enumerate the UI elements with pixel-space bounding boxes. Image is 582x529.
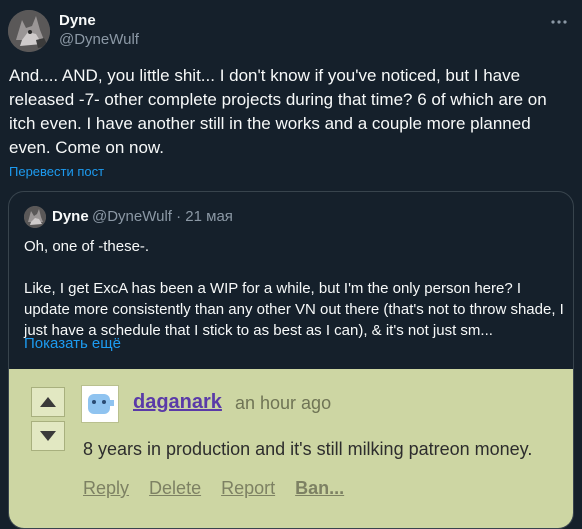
- translate-link[interactable]: Перевести пост: [9, 164, 104, 179]
- display-name[interactable]: Dyne: [59, 12, 139, 30]
- arrow-down-icon: [40, 431, 56, 441]
- post-header: Dyne @DyneWulf: [8, 10, 574, 52]
- vote-controls: [31, 387, 67, 455]
- commenter-username: daganark: [133, 391, 222, 413]
- wolf-avatar-icon: [24, 206, 46, 228]
- quoted-line-2: Like, I get ExcA has been a WIP for a wh…: [24, 280, 564, 339]
- ban-action: Ban...: [295, 478, 345, 498]
- quoted-avatar: [24, 206, 46, 228]
- commenter-avatar: [81, 385, 119, 423]
- post-text: And.... AND, you little shit... I don't …: [9, 66, 547, 157]
- wolf-avatar-icon: [8, 10, 50, 52]
- user-handle[interactable]: @DyneWulf: [59, 30, 139, 50]
- quoted-line-1: Oh, one of -these-.: [24, 238, 150, 255]
- upvote-button: [31, 387, 65, 417]
- downvote-button: [31, 421, 65, 451]
- embedded-comment-image[interactable]: daganark an hour ago 8 years in producti…: [9, 369, 573, 528]
- quoted-post[interactable]: Dyne @DyneWulf · 21 мая Oh, one of -thes…: [8, 191, 574, 529]
- post-author: Dyne @DyneWulf: [59, 12, 139, 50]
- quoted-text: Oh, one of -these-. Like, I get ExcA has…: [24, 236, 564, 341]
- show-more-link[interactable]: Показать ещё: [24, 335, 121, 352]
- quoted-meta: @DyneWulf · 21 мая: [92, 208, 233, 225]
- comment-body: 8 years in production and it's still mil…: [83, 439, 533, 459]
- blob-avatar-icon: [82, 386, 118, 422]
- quoted-display-name[interactable]: Dyne: [52, 208, 89, 225]
- comment-actions: Reply Delete Report Ban...: [83, 478, 359, 499]
- arrow-up-icon: [40, 397, 56, 407]
- reply-action: Reply: [83, 478, 130, 498]
- report-action: Report: [221, 478, 276, 498]
- avatar[interactable]: [8, 10, 50, 52]
- more-horizontal-icon[interactable]: [550, 12, 568, 30]
- delete-action: Delete: [149, 478, 202, 498]
- comment-time: an hour ago: [235, 393, 332, 413]
